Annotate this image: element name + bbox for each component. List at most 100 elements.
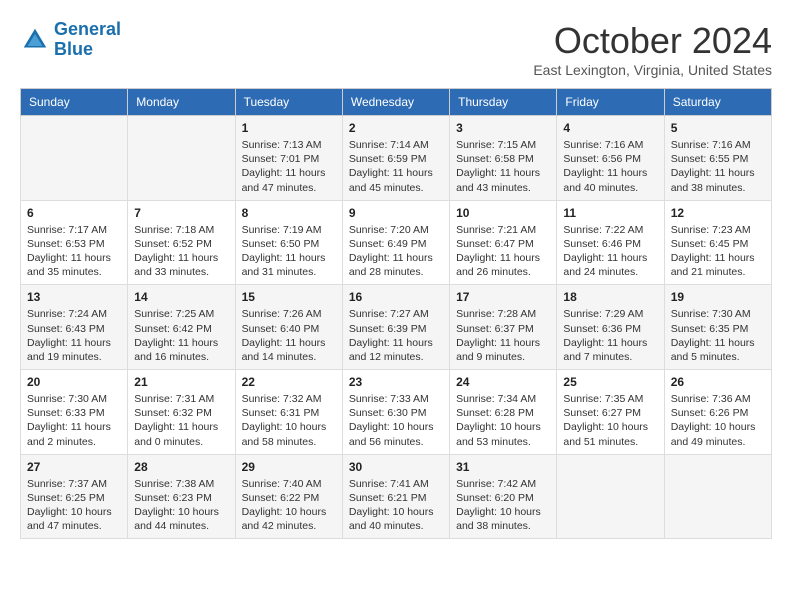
calendar-cell: 29 Sunrise: 7:40 AM Sunset: 6:22 PM Dayli… <box>235 454 342 539</box>
days-header-row: SundayMondayTuesdayWednesdayThursdayFrid… <box>21 89 772 116</box>
day-number: 26 <box>671 375 765 389</box>
day-number: 18 <box>563 290 657 304</box>
day-info: Sunrise: 7:21 AM Sunset: 6:47 PM Dayligh… <box>456 223 550 280</box>
calendar-cell: 6Sunrise: 7:17 AM Sunset: 6:53 PM Daylig… <box>21 200 128 285</box>
calendar-cell: 26 Sunrise: 7:36 AM Sunset: 6:26 PM Dayli… <box>664 370 771 455</box>
location: East Lexington, Virginia, United States <box>533 62 772 78</box>
day-info: Sunrise: 7:41 AM Sunset: 6:21 PM Dayligh… <box>349 477 443 534</box>
week-row-2: 6Sunrise: 7:17 AM Sunset: 6:53 PM Daylig… <box>21 200 772 285</box>
day-number: 11 <box>563 206 657 220</box>
day-number: 4 <box>563 121 657 135</box>
day-number: 22 <box>242 375 336 389</box>
calendar-cell: 1Sunrise: 7:13 AM Sunset: 7:01 PM Daylig… <box>235 116 342 201</box>
day-info: Sunrise: 7:14 AM Sunset: 6:59 PM Dayligh… <box>349 138 443 195</box>
calendar-cell: 7 Sunrise: 7:18 AM Sunset: 6:52 PM Daylig… <box>128 200 235 285</box>
day-number: 7 <box>134 206 228 220</box>
day-number: 24 <box>456 375 550 389</box>
day-info: Sunrise: 7:37 AM Sunset: 6:25 PM Dayligh… <box>27 477 121 534</box>
day-number: 5 <box>671 121 765 135</box>
day-number: 19 <box>671 290 765 304</box>
day-number: 25 <box>563 375 657 389</box>
calendar-cell: 10 Sunrise: 7:21 AM Sunset: 6:47 PM Dayli… <box>450 200 557 285</box>
day-info: Sunrise: 7:29 AM Sunset: 6:36 PM Dayligh… <box>563 307 657 364</box>
day-info: Sunrise: 7:24 AM Sunset: 6:43 PM Dayligh… <box>27 307 121 364</box>
day-number: 10 <box>456 206 550 220</box>
day-number: 2 <box>349 121 443 135</box>
day-header-monday: Monday <box>128 89 235 116</box>
calendar-cell: 31Sunrise: 7:42 AM Sunset: 6:20 PM Dayli… <box>450 454 557 539</box>
logo-text: General Blue <box>54 20 121 60</box>
calendar-cell: 3 Sunrise: 7:15 AM Sunset: 6:58 PM Daylig… <box>450 116 557 201</box>
day-header-sunday: Sunday <box>21 89 128 116</box>
calendar-cell: 27 Sunrise: 7:37 AM Sunset: 6:25 PM Dayli… <box>21 454 128 539</box>
calendar-cell: 28Sunrise: 7:38 AM Sunset: 6:23 PM Dayli… <box>128 454 235 539</box>
calendar-cell: 8 Sunrise: 7:19 AM Sunset: 6:50 PM Daylig… <box>235 200 342 285</box>
day-number: 9 <box>349 206 443 220</box>
day-number: 29 <box>242 460 336 474</box>
day-info: Sunrise: 7:20 AM Sunset: 6:49 PM Dayligh… <box>349 223 443 280</box>
calendar-cell: 14 Sunrise: 7:25 AM Sunset: 6:42 PM Dayli… <box>128 285 235 370</box>
calendar-cell: 24 Sunrise: 7:34 AM Sunset: 6:28 PM Dayli… <box>450 370 557 455</box>
calendar-cell: 9 Sunrise: 7:20 AM Sunset: 6:49 PM Daylig… <box>342 200 449 285</box>
day-number: 23 <box>349 375 443 389</box>
calendar-cell: 15 Sunrise: 7:26 AM Sunset: 6:40 PM Dayli… <box>235 285 342 370</box>
day-header-tuesday: Tuesday <box>235 89 342 116</box>
day-number: 17 <box>456 290 550 304</box>
logo: General Blue <box>20 20 121 60</box>
month-title: October 2024 <box>533 20 772 62</box>
day-number: 27 <box>27 460 121 474</box>
day-info: Sunrise: 7:30 AM Sunset: 6:35 PM Dayligh… <box>671 307 765 364</box>
day-info: Sunrise: 7:26 AM Sunset: 6:40 PM Dayligh… <box>242 307 336 364</box>
day-info: Sunrise: 7:27 AM Sunset: 6:39 PM Dayligh… <box>349 307 443 364</box>
day-number: 21 <box>134 375 228 389</box>
day-number: 15 <box>242 290 336 304</box>
day-info: Sunrise: 7:28 AM Sunset: 6:37 PM Dayligh… <box>456 307 550 364</box>
calendar-cell: 4 Sunrise: 7:16 AM Sunset: 6:56 PM Daylig… <box>557 116 664 201</box>
day-number: 14 <box>134 290 228 304</box>
page-header: General Blue October 2024 East Lexington… <box>20 20 772 78</box>
day-info: Sunrise: 7:40 AM Sunset: 6:22 PM Dayligh… <box>242 477 336 534</box>
calendar-cell: 12 Sunrise: 7:23 AM Sunset: 6:45 PM Dayli… <box>664 200 771 285</box>
day-info: Sunrise: 7:22 AM Sunset: 6:46 PM Dayligh… <box>563 223 657 280</box>
day-number: 8 <box>242 206 336 220</box>
day-info: Sunrise: 7:33 AM Sunset: 6:30 PM Dayligh… <box>349 392 443 449</box>
calendar-cell: 19 Sunrise: 7:30 AM Sunset: 6:35 PM Dayli… <box>664 285 771 370</box>
calendar-cell <box>664 454 771 539</box>
title-area: October 2024 East Lexington, Virginia, U… <box>533 20 772 78</box>
day-number: 13 <box>27 290 121 304</box>
day-info: Sunrise: 7:36 AM Sunset: 6:26 PM Dayligh… <box>671 392 765 449</box>
day-info: Sunrise: 7:38 AM Sunset: 6:23 PM Dayligh… <box>134 477 228 534</box>
day-info: Sunrise: 7:16 AM Sunset: 6:56 PM Dayligh… <box>563 138 657 195</box>
calendar-cell: 20Sunrise: 7:30 AM Sunset: 6:33 PM Dayli… <box>21 370 128 455</box>
day-number: 3 <box>456 121 550 135</box>
day-info: Sunrise: 7:42 AM Sunset: 6:20 PM Dayligh… <box>456 477 550 534</box>
day-info: Sunrise: 7:18 AM Sunset: 6:52 PM Dayligh… <box>134 223 228 280</box>
day-number: 12 <box>671 206 765 220</box>
calendar-cell <box>128 116 235 201</box>
day-info: Sunrise: 7:16 AM Sunset: 6:55 PM Dayligh… <box>671 138 765 195</box>
day-number: 16 <box>349 290 443 304</box>
day-info: Sunrise: 7:23 AM Sunset: 6:45 PM Dayligh… <box>671 223 765 280</box>
day-info: Sunrise: 7:34 AM Sunset: 6:28 PM Dayligh… <box>456 392 550 449</box>
calendar-cell: 22Sunrise: 7:32 AM Sunset: 6:31 PM Dayli… <box>235 370 342 455</box>
day-header-thursday: Thursday <box>450 89 557 116</box>
calendar-cell: 13 Sunrise: 7:24 AM Sunset: 6:43 PM Dayli… <box>21 285 128 370</box>
day-header-friday: Friday <box>557 89 664 116</box>
day-info: Sunrise: 7:31 AM Sunset: 6:32 PM Dayligh… <box>134 392 228 449</box>
logo-icon <box>20 25 50 55</box>
week-row-3: 13 Sunrise: 7:24 AM Sunset: 6:43 PM Dayli… <box>21 285 772 370</box>
calendar-cell: 17 Sunrise: 7:28 AM Sunset: 6:37 PM Dayli… <box>450 285 557 370</box>
day-header-saturday: Saturday <box>664 89 771 116</box>
calendar-cell: 11 Sunrise: 7:22 AM Sunset: 6:46 PM Dayli… <box>557 200 664 285</box>
day-info: Sunrise: 7:25 AM Sunset: 6:42 PM Dayligh… <box>134 307 228 364</box>
calendar-cell: 21 Sunrise: 7:31 AM Sunset: 6:32 PM Dayli… <box>128 370 235 455</box>
calendar-cell: 18 Sunrise: 7:29 AM Sunset: 6:36 PM Dayli… <box>557 285 664 370</box>
day-info: Sunrise: 7:15 AM Sunset: 6:58 PM Dayligh… <box>456 138 550 195</box>
day-info: Sunrise: 7:30 AM Sunset: 6:33 PM Dayligh… <box>27 392 121 449</box>
calendar-cell: 23 Sunrise: 7:33 AM Sunset: 6:30 PM Dayli… <box>342 370 449 455</box>
calendar-cell: 30Sunrise: 7:41 AM Sunset: 6:21 PM Dayli… <box>342 454 449 539</box>
calendar-cell: 5 Sunrise: 7:16 AM Sunset: 6:55 PM Daylig… <box>664 116 771 201</box>
day-number: 6 <box>27 206 121 220</box>
calendar-cell <box>557 454 664 539</box>
day-info: Sunrise: 7:19 AM Sunset: 6:50 PM Dayligh… <box>242 223 336 280</box>
